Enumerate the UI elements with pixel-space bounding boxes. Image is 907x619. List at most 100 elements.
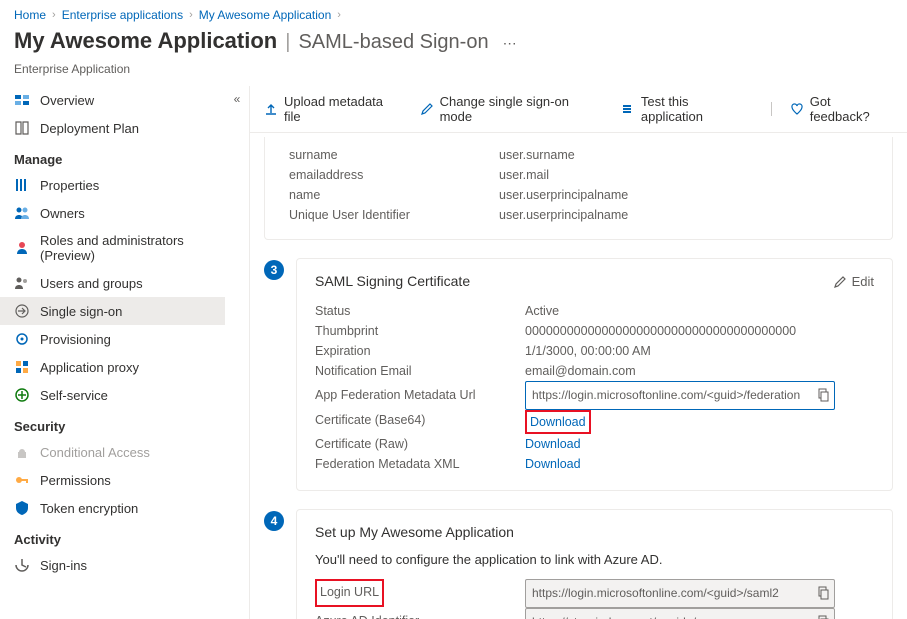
owners-icon	[14, 205, 30, 221]
sso-icon	[14, 303, 30, 319]
field-label: Login URL	[315, 579, 384, 607]
page-subtitle: SAML-based Sign-on	[298, 31, 488, 54]
field-label: Notification Email	[315, 361, 525, 381]
sidebar-item-label: Token encryption	[40, 501, 138, 516]
pencil-icon	[420, 102, 434, 116]
breadcrumb-enterprise-apps[interactable]: Enterprise applications	[62, 8, 183, 22]
sidebar-item-overview[interactable]: Overview	[0, 86, 225, 114]
sidebar-item-single-sign-on[interactable]: Single sign-on	[0, 297, 225, 325]
card-title: SAML Signing Certificate	[315, 273, 470, 289]
chevron-right-icon: ›	[337, 9, 341, 21]
login-url-field[interactable]: https://login.microsoftonline.com/<guid>…	[525, 579, 835, 608]
copy-icon[interactable]	[816, 388, 830, 402]
provisioning-icon	[14, 331, 30, 347]
sidebar-item-label: Sign-ins	[40, 558, 87, 573]
self-service-icon	[14, 387, 30, 403]
copy-icon[interactable]	[816, 615, 830, 619]
sidebar-section-security: Security	[0, 409, 225, 438]
chevron-right-icon: ›	[189, 9, 193, 21]
upload-metadata-button[interactable]: Upload metadata file	[264, 94, 402, 124]
sidebar-item-label: Roles and administrators (Preview)	[40, 233, 215, 263]
setup-application-card: Set up My Awesome Application You'll nee…	[296, 509, 893, 619]
claim-key: name	[289, 185, 499, 205]
toolbar-separator	[771, 102, 772, 116]
sidebar-item-roles[interactable]: Roles and administrators (Preview)	[0, 227, 225, 269]
sidebar-item-label: Deployment Plan	[40, 121, 139, 136]
collapse-sidebar-button[interactable]: «	[225, 86, 249, 619]
field-value: https://login.microsoftonline.com/<guid>…	[532, 586, 779, 600]
sidebar: Overview Deployment Plan Manage Properti…	[0, 86, 225, 619]
roles-icon	[14, 240, 30, 256]
sidebar-item-label: Owners	[40, 206, 85, 221]
sidebar-item-sign-ins[interactable]: Sign-ins	[0, 551, 225, 579]
field-value: Active	[525, 301, 874, 321]
field-value: 1/1/3000, 00:00:00 AM	[525, 341, 874, 361]
more-icon[interactable]: ⋯	[497, 35, 517, 52]
sidebar-item-label: Conditional Access	[40, 445, 150, 460]
page-category: Enterprise Application	[0, 62, 907, 86]
pencil-icon	[834, 275, 847, 288]
token-encryption-icon	[14, 500, 30, 516]
download-cert-base64-link[interactable]: Download	[530, 415, 586, 429]
users-groups-icon	[14, 275, 30, 291]
claim-value: user.userprincipalname	[499, 185, 868, 205]
claim-value: user.userprincipalname	[499, 205, 868, 225]
field-value: https://sts.windows.net/<guid>/	[532, 615, 696, 619]
claims-card-partial: surnameuser.surname emailaddressuser.mai…	[264, 137, 893, 240]
sidebar-item-properties[interactable]: Properties	[0, 171, 225, 199]
page-header: My Awesome Application | SAML-based Sign…	[0, 26, 907, 62]
field-label: Certificate (Raw)	[315, 434, 525, 454]
breadcrumb-home[interactable]: Home	[14, 8, 46, 22]
toolbar-label: Test this application	[641, 94, 753, 124]
claim-key: emailaddress	[289, 165, 499, 185]
download-cert-raw-link[interactable]: Download	[525, 437, 581, 451]
change-sso-mode-button[interactable]: Change single sign-on mode	[420, 94, 603, 124]
chevron-right-icon: ›	[52, 9, 56, 21]
conditional-access-icon	[14, 444, 30, 460]
saml-signing-certificate-card: SAML Signing Certificate Edit StatusActi…	[296, 258, 893, 491]
sidebar-item-label: Provisioning	[40, 332, 111, 347]
test-application-button[interactable]: Test this application	[621, 94, 753, 124]
sidebar-section-activity: Activity	[0, 522, 225, 551]
field-label: Federation Metadata XML	[315, 454, 525, 474]
azure-ad-identifier-field[interactable]: https://sts.windows.net/<guid>/	[525, 608, 835, 619]
toolbar-label: Got feedback?	[810, 94, 893, 124]
sidebar-item-deployment-plan[interactable]: Deployment Plan	[0, 114, 225, 142]
sidebar-item-provisioning[interactable]: Provisioning	[0, 325, 225, 353]
upload-icon	[264, 102, 278, 116]
permissions-icon	[14, 472, 30, 488]
field-label: Expiration	[315, 341, 525, 361]
card-help-text: You'll need to configure the application…	[315, 552, 874, 567]
heart-icon	[790, 102, 804, 116]
step-number-4: 4	[264, 511, 284, 531]
feedback-button[interactable]: Got feedback?	[790, 94, 893, 124]
metadata-url-field[interactable]: https://login.microsoftonline.com/<guid>…	[525, 381, 835, 410]
download-federation-xml-link[interactable]: Download	[525, 457, 581, 471]
sidebar-item-owners[interactable]: Owners	[0, 199, 225, 227]
copy-icon[interactable]	[816, 586, 830, 600]
sidebar-item-users-groups[interactable]: Users and groups	[0, 269, 225, 297]
sidebar-item-permissions[interactable]: Permissions	[0, 466, 225, 494]
claim-key: surname	[289, 145, 499, 165]
claim-key: Unique User Identifier	[289, 205, 499, 225]
breadcrumb: Home › Enterprise applications › My Awes…	[0, 0, 907, 26]
page-title: My Awesome Application	[14, 28, 277, 54]
sidebar-item-token-encryption[interactable]: Token encryption	[0, 494, 225, 522]
edit-button[interactable]: Edit	[834, 274, 874, 289]
sidebar-item-self-service[interactable]: Self-service	[0, 381, 225, 409]
breadcrumb-app[interactable]: My Awesome Application	[199, 8, 332, 22]
toolbar: Upload metadata file Change single sign-…	[250, 86, 907, 133]
properties-icon	[14, 177, 30, 193]
sidebar-item-conditional-access[interactable]: Conditional Access	[0, 438, 225, 466]
card-title: Set up My Awesome Application	[315, 524, 514, 540]
field-label: Azure AD Identifier	[315, 610, 525, 619]
step-number-3: 3	[264, 260, 284, 280]
field-value: https://login.microsoftonline.com/<guid>…	[532, 388, 800, 402]
sign-ins-icon	[14, 557, 30, 573]
field-value: email@domain.com	[525, 361, 874, 381]
test-icon	[621, 102, 635, 116]
edit-label: Edit	[852, 274, 874, 289]
sidebar-item-label: Single sign-on	[40, 304, 122, 319]
field-label: Certificate (Base64)	[315, 410, 525, 434]
sidebar-item-app-proxy[interactable]: Application proxy	[0, 353, 225, 381]
